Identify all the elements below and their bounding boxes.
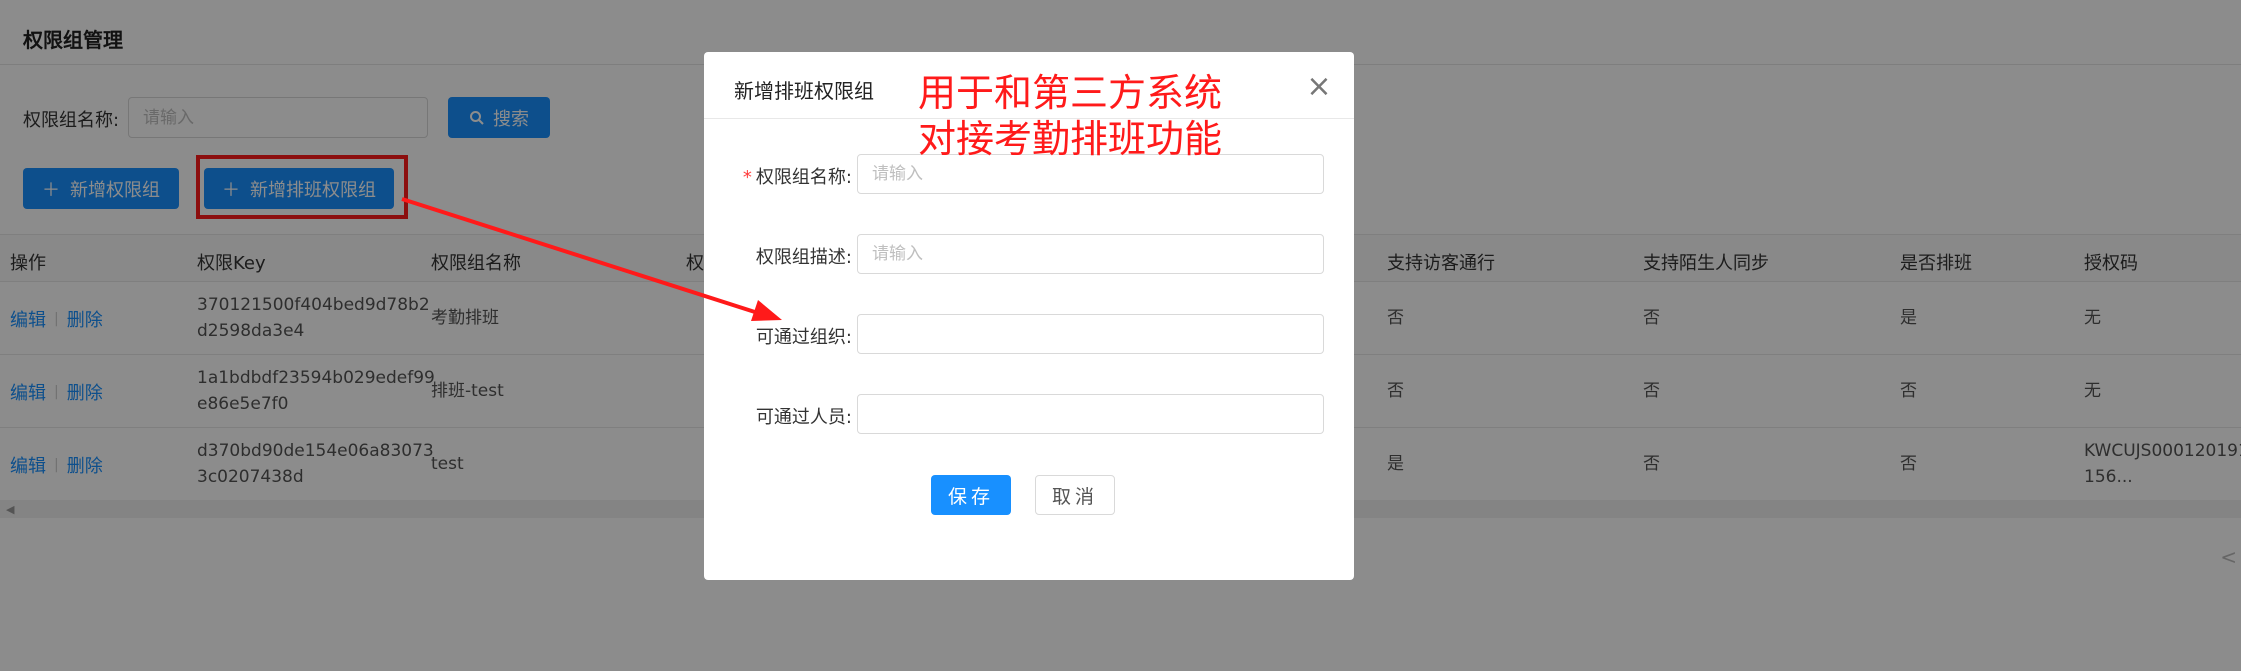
org-label: 可通过组织: bbox=[755, 327, 852, 348]
required-mark: * bbox=[742, 167, 752, 188]
person-select[interactable] bbox=[857, 394, 1324, 434]
close-icon[interactable]: × bbox=[1304, 72, 1334, 103]
group-desc-input[interactable] bbox=[857, 234, 1324, 274]
annotation-text: 用于和第三方系统 对接考勤排班功能 bbox=[918, 70, 1222, 162]
group-name-label: * 权限组名称: bbox=[704, 163, 852, 189]
annotation-line: 用于和第三方系统 bbox=[918, 71, 1223, 115]
cancel-button[interactable]: 取消 bbox=[1035, 475, 1115, 515]
save-button[interactable]: 保存 bbox=[931, 475, 1011, 515]
org-select[interactable] bbox=[857, 314, 1324, 354]
group-desc-label: 权限组描述: bbox=[755, 247, 852, 268]
person-label: 可通过人员: bbox=[755, 407, 852, 428]
modal-title: 新增排班权限组 bbox=[734, 79, 874, 103]
group-name-label-text: 权限组名称: bbox=[755, 167, 852, 188]
annotation-line: 对接考勤排班功能 bbox=[918, 117, 1223, 161]
